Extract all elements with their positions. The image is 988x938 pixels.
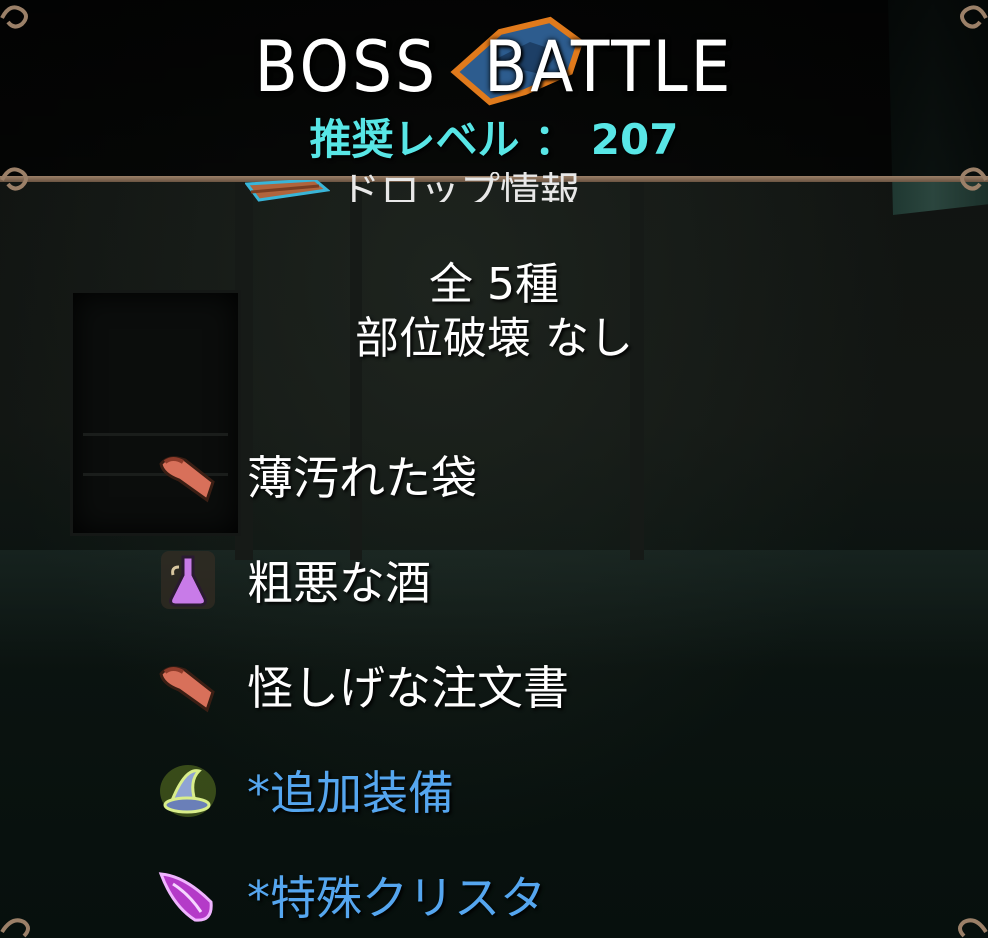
drop-info-heading: ドロップ情報 [340,172,580,202]
boss-battle-title: BOSS BATTLE [254,26,734,108]
part-break-status: 部位破壊 なし [355,313,633,364]
crystal-shard-icon [158,872,213,922]
boss-header-banner: BOSS BATTLE 推奨レベル ： 207 [0,0,988,182]
cloth-bag-icon [159,456,215,503]
drop-item: *追加装備 [155,750,454,830]
drop-item-name: *特殊クリスタ [247,871,546,925]
drop-item: 怪しげな注文書 [155,645,569,725]
potion-flask-icon [161,551,215,609]
ornament-corner-icon [960,5,988,29]
drop-item: 薄汚れた袋 [155,435,477,515]
drop-item-name: 粗悪な酒 [247,556,431,610]
ornament-corner-icon [958,918,988,938]
drop-item-name: *追加装備 [247,766,454,820]
ornament-corner-icon [0,918,30,938]
ornament-corner-icon [960,167,988,191]
drop-item: 粗悪な酒 [155,540,431,620]
drop-item-name: 怪しげな注文書 [247,661,569,715]
chest-icon [245,180,330,202]
wooden-beam [630,180,644,560]
ornament-corner-icon [0,5,28,29]
drop-item-name: 薄汚れた袋 [247,451,477,505]
wizard-hat-icon [160,765,216,817]
scroll-document-icon [159,666,215,713]
ornament-corner-icon [0,167,28,191]
drop-item: *特殊クリスタ [155,855,546,935]
recommended-level: 推奨レベル ： 207 [309,115,679,164]
